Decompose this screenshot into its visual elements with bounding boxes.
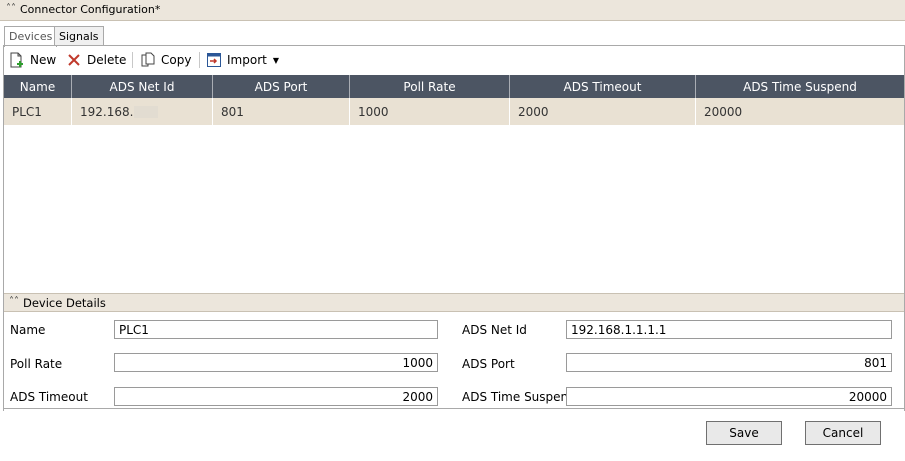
cell-ads-net-id-text: 192.168. bbox=[80, 104, 134, 119]
toolbar-separator bbox=[132, 52, 133, 68]
new-document-icon bbox=[10, 52, 23, 68]
device-details-header[interactable]: ˄˄ Device Details bbox=[4, 293, 904, 312]
devices-grid: Name ADS Net Id ADS Port Poll Rate ADS T… bbox=[4, 75, 904, 293]
tab-signals[interactable]: Signals bbox=[54, 26, 104, 46]
cancel-button-label: Cancel bbox=[822, 426, 864, 440]
dropdown-arrow-icon: ▼ bbox=[272, 55, 279, 65]
save-button-label: Save bbox=[729, 426, 759, 440]
copy-button[interactable]: Copy bbox=[140, 50, 191, 70]
ads-net-id-label: ADS Net Id bbox=[462, 323, 527, 337]
delete-button[interactable]: Delete bbox=[66, 50, 126, 70]
connector-config-header[interactable]: ˄˄ Connector Configuration* bbox=[0, 0, 905, 21]
table-row[interactable]: PLC1 192.168. 801 1000 2000 20000 bbox=[4, 98, 904, 125]
cell-ads-timeout[interactable]: 2000 bbox=[510, 98, 696, 125]
copy-icon bbox=[141, 52, 155, 67]
tab-signals-label: Signals bbox=[59, 30, 99, 43]
ads-timeout-label: ADS Timeout bbox=[10, 390, 88, 404]
device-details-title: Device Details bbox=[23, 296, 106, 310]
delete-button-label: Delete bbox=[87, 53, 127, 67]
cell-ads-time-suspend[interactable]: 20000 bbox=[696, 98, 904, 125]
new-button[interactable]: New bbox=[9, 50, 56, 70]
import-dropdown[interactable]: Import ▼ bbox=[206, 50, 279, 70]
window-title: Connector Configuration* bbox=[20, 3, 161, 16]
name-label: Name bbox=[10, 323, 46, 337]
ads-timeout-field[interactable] bbox=[114, 387, 438, 406]
column-header-ads-timeout[interactable]: ADS Timeout bbox=[510, 75, 696, 98]
save-button[interactable]: Save bbox=[706, 421, 782, 445]
copy-button-label: Copy bbox=[161, 53, 192, 67]
ads-port-field[interactable] bbox=[566, 353, 892, 372]
cell-ads-port[interactable]: 801 bbox=[213, 98, 350, 125]
column-header-poll-rate[interactable]: Poll Rate bbox=[350, 75, 510, 98]
new-button-label: New bbox=[30, 53, 57, 67]
toolbar-separator bbox=[199, 52, 200, 68]
ads-port-label: ADS Port bbox=[462, 357, 515, 371]
tab-devices-label: Devices bbox=[9, 30, 53, 43]
delete-x-icon bbox=[68, 54, 80, 66]
panel-bottom-border bbox=[4, 408, 904, 409]
redacted-blur bbox=[134, 105, 159, 118]
import-icon bbox=[207, 53, 221, 67]
cancel-button[interactable]: Cancel bbox=[805, 421, 881, 445]
cell-name[interactable]: PLC1 bbox=[4, 98, 72, 125]
grid-header: Name ADS Net Id ADS Port Poll Rate ADS T… bbox=[4, 75, 904, 98]
tab-devices[interactable]: Devices bbox=[4, 26, 58, 47]
name-field[interactable] bbox=[114, 320, 438, 339]
ads-time-suspend-label: ADS Time Suspend bbox=[462, 390, 576, 404]
poll-rate-field[interactable] bbox=[114, 353, 438, 372]
poll-rate-label: Poll Rate bbox=[10, 357, 63, 371]
column-header-name[interactable]: Name bbox=[4, 75, 72, 98]
cell-ads-net-id[interactable]: 192.168. bbox=[72, 98, 213, 125]
ads-net-id-field[interactable] bbox=[566, 320, 892, 339]
collapse-chevron-icon[interactable]: ˄˄ bbox=[6, 3, 16, 14]
import-button-label: Import bbox=[227, 53, 267, 67]
ads-time-suspend-field[interactable] bbox=[566, 387, 892, 406]
column-header-ads-time-suspend[interactable]: ADS Time Suspend bbox=[696, 75, 904, 98]
column-header-ads-port[interactable]: ADS Port bbox=[213, 75, 350, 98]
collapse-chevron-icon[interactable]: ˄˄ bbox=[9, 296, 19, 307]
cell-poll-rate[interactable]: 1000 bbox=[350, 98, 510, 125]
column-header-ads-net-id[interactable]: ADS Net Id bbox=[72, 75, 213, 98]
